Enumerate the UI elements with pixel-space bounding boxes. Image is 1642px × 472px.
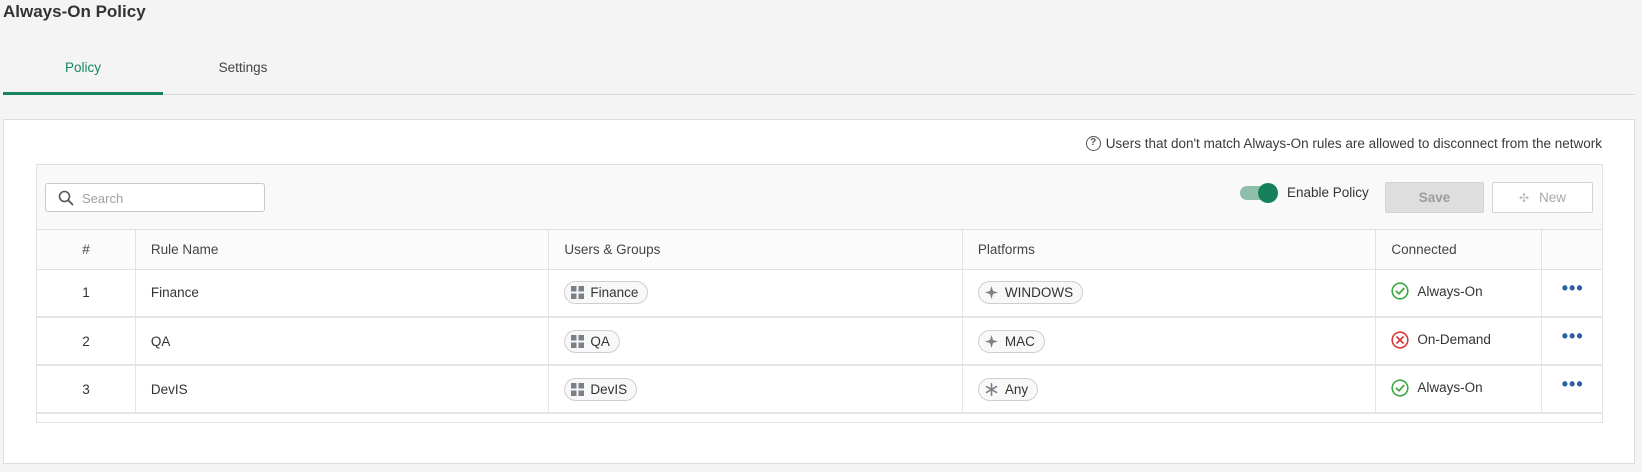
table-toolbar: Enable Policy Save ✣ New	[37, 165, 1602, 230]
row-number: 1	[37, 269, 136, 318]
rule-name: QA	[135, 317, 550, 366]
connected-status-text: Always-On	[1417, 283, 1483, 299]
connected-status: On-Demand	[1391, 330, 1491, 349]
sparkle-icon	[984, 286, 998, 300]
column-header-users-groups[interactable]: Users & Groups	[548, 230, 963, 270]
page-title: Always-On Policy	[3, 2, 146, 21]
more-horizontal-icon: •••	[1561, 326, 1584, 346]
table-row[interactable]: 2 QA QA MAC On-Demand •••	[37, 317, 1602, 366]
column-header-rule-name[interactable]: Rule Name	[135, 230, 550, 270]
group-chip: Finance	[564, 281, 649, 305]
policy-card: ? Users that don't match Always-On rules…	[3, 119, 1635, 464]
search-box[interactable]	[45, 183, 265, 212]
more-actions-button[interactable]: •••	[1541, 269, 1602, 318]
more-actions-button[interactable]: •••	[1541, 317, 1602, 366]
rule-name: Finance	[135, 269, 550, 318]
column-header-connected[interactable]: Connected	[1375, 230, 1542, 270]
check-circle-icon	[1391, 282, 1409, 300]
tab-settings[interactable]: Settings	[163, 52, 323, 95]
disconnect-notice-text: Users that don't match Always-On rules a…	[1105, 136, 1602, 151]
users-groups-cell: QA	[548, 317, 963, 366]
platforms-cell: MAC	[962, 317, 1377, 366]
new-button-label: New	[1539, 190, 1567, 205]
help-circle-icon: ?	[1085, 136, 1101, 151]
group-chip-label: QA	[590, 333, 610, 349]
connected-cell: On-Demand	[1375, 317, 1542, 366]
group-grid-icon	[571, 286, 585, 300]
tab-bar: Policy Settings	[3, 52, 1635, 95]
tab-policy[interactable]: Policy	[3, 52, 163, 95]
connected-cell: Always-On	[1375, 269, 1542, 318]
connected-status: Always-On	[1391, 282, 1483, 300]
x-circle-icon	[1391, 330, 1409, 349]
group-chip: QA	[564, 329, 620, 353]
row-number: 3	[37, 365, 136, 414]
column-header-number[interactable]: #	[37, 230, 136, 270]
row-number: 2	[37, 317, 136, 366]
asterisk-icon	[985, 382, 998, 396]
platform-chip: WINDOWS	[977, 281, 1084, 305]
check-circle-icon	[1391, 378, 1409, 397]
disconnect-notice: ? Users that don't match Always-On rules…	[1085, 136, 1602, 151]
platform-chip: MAC	[977, 329, 1045, 353]
more-actions-button[interactable]: •••	[1541, 365, 1602, 414]
table-row[interactable]: 1 Finance Finance WINDOWS Always-On •••	[37, 269, 1602, 318]
group-chip: DevIS	[564, 377, 638, 401]
connected-status-text: Always-On	[1417, 380, 1483, 395]
new-button[interactable]: ✣ New	[1492, 182, 1593, 213]
more-horizontal-icon: •••	[1561, 277, 1584, 298]
table-row[interactable]: 3 DevIS DevIS Any Always-On •••	[37, 365, 1602, 414]
table-header-row: # Rule Name Users & Groups Platforms Con…	[37, 230, 1602, 270]
column-header-platforms[interactable]: Platforms	[962, 230, 1377, 270]
rule-name: DevIS	[135, 365, 550, 414]
group-grid-icon	[571, 334, 585, 348]
platform-chip-label: Any	[1004, 381, 1029, 397]
platforms-cell: WINDOWS	[962, 269, 1377, 318]
platform-chip-label: MAC	[1004, 333, 1035, 349]
group-chip-label: Finance	[590, 285, 639, 301]
platforms-cell: Any	[962, 365, 1377, 414]
group-chip-label: DevIS	[590, 381, 628, 397]
platform-chip-label: WINDOWS	[1004, 285, 1074, 301]
rules-table: # Rule Name Users & Groups Platforms Con…	[37, 230, 1602, 414]
sparkle-icon	[984, 334, 998, 348]
group-grid-icon	[571, 382, 585, 396]
plus-icon: ✣	[1518, 191, 1530, 205]
users-groups-cell: DevIS	[548, 365, 963, 414]
enable-policy-toggle[interactable]	[1240, 183, 1278, 203]
platform-chip: Any	[977, 377, 1039, 401]
search-icon	[58, 190, 74, 206]
enable-policy-label: Enable Policy	[1287, 185, 1369, 200]
toggle-knob	[1258, 183, 1278, 203]
column-header-actions	[1541, 230, 1602, 270]
search-input[interactable]	[82, 188, 257, 208]
rules-table-container: Enable Policy Save ✣ New # Rule Name User…	[36, 164, 1603, 423]
more-horizontal-icon: •••	[1561, 374, 1584, 394]
connected-status-text: On-Demand	[1417, 332, 1491, 347]
save-button[interactable]: Save	[1385, 182, 1484, 213]
connected-status: Always-On	[1391, 378, 1483, 397]
connected-cell: Always-On	[1375, 365, 1542, 414]
users-groups-cell: Finance	[548, 269, 963, 318]
